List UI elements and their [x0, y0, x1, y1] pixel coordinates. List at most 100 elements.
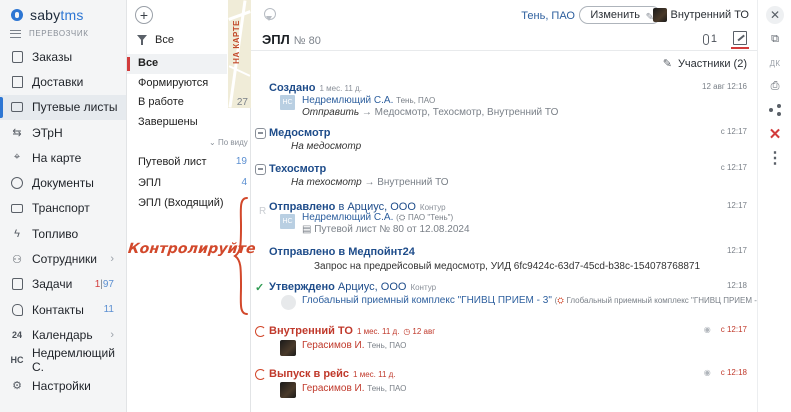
avatar	[281, 295, 296, 310]
fuel-icon: ϟ	[14, 227, 20, 240]
sidebar-item-label: Путевые листы	[32, 100, 118, 115]
event-title[interactable]: Выпуск в рейс 1 мес. 11 д.	[269, 368, 396, 380]
type-item-epl[interactable]: ЭПЛ 4	[127, 173, 251, 194]
sidebar-item-label: Заказы	[32, 49, 73, 64]
event-author[interactable]: Глобальный приемный комплекс "ГНИВЦ ПРИЕ…	[302, 295, 769, 306]
sidebar-item-label: Недремлющий С.	[32, 346, 115, 375]
sidebar-item-settings[interactable]: ⚙ Настройки	[0, 373, 126, 398]
event-text: Отправить → Медосмотр, Техосмотр, Внутре…	[302, 107, 559, 118]
event-title[interactable]: Создано 1 мес. 11 д.	[269, 82, 362, 94]
responsible[interactable]: Внутренний ТО	[652, 8, 749, 22]
filter-label: Все	[155, 34, 174, 46]
filter-icon	[137, 35, 147, 45]
tasks-icon	[10, 277, 24, 291]
sidebar-item-orders[interactable]: Заказы	[0, 44, 126, 69]
role-label: ПЕРЕВОЗЧИК	[29, 29, 89, 38]
menu-icon[interactable]	[10, 29, 21, 38]
more-options-icon[interactable]: ⋮	[766, 150, 784, 168]
logo-text: sabytms	[30, 7, 84, 23]
sidebar-item-label: Календарь	[32, 327, 93, 342]
copy-icon[interactable]: ⧉	[766, 30, 784, 48]
clock-icon: ◷	[403, 327, 411, 336]
org-link[interactable]: Тень, ПАО	[521, 10, 575, 22]
filter-button[interactable]: Все	[137, 34, 174, 46]
app-logo[interactable]: sabytms	[0, 0, 126, 26]
map-pin-icon: ⌖	[13, 151, 21, 164]
sidebar-item-label: Документы	[32, 176, 94, 191]
robot-icon	[255, 164, 266, 175]
eye-icon[interactable]: ◉	[704, 368, 711, 377]
event-time: с 12:17	[720, 163, 747, 172]
sidebar-item-label: Топливо	[32, 226, 79, 241]
sidebar-item-map[interactable]: ⌖ На карте	[0, 145, 126, 170]
share-icon[interactable]	[766, 101, 784, 119]
add-button[interactable]: +	[135, 6, 153, 24]
change-button[interactable]: Изменить ✎	[579, 6, 661, 24]
event-title[interactable]: Медосмотр	[269, 127, 331, 139]
employees-icon: ⚇	[12, 253, 22, 266]
event-title[interactable]: Отправлено в Медпойнт24	[269, 246, 415, 258]
waybill-icon	[10, 100, 24, 114]
eye-icon[interactable]: ◉	[704, 325, 711, 334]
event-text: Запрос на предрейсовый медосмотр, УИД 6f…	[314, 261, 701, 272]
sidebar-item-label: Доставки	[32, 74, 84, 89]
sidebar-item-contacts[interactable]: Контакты 11	[0, 297, 126, 322]
edit-document-icon[interactable]	[733, 31, 747, 45]
close-icon[interactable]: ✕	[766, 6, 784, 24]
truck-icon	[10, 201, 24, 215]
state-list: Все Формируются В работе 27 Завершены	[127, 54, 248, 133]
participants-button[interactable]: ✎ Участники (2)	[662, 57, 747, 71]
state-item-forming[interactable]: Формируются	[127, 74, 227, 94]
map-preview[interactable]: НА КАРТЕ	[228, 0, 251, 108]
sidebar-item-label: Настройки	[32, 378, 91, 393]
award-icon[interactable]	[263, 8, 276, 22]
sidebar-item-fuel[interactable]: ϟ Топливо	[0, 221, 126, 246]
event-author[interactable]: Герасимов И. Тень, ПАО	[302, 383, 406, 394]
event-time: 12:17	[726, 246, 747, 255]
role-switcher[interactable]: ПЕРЕВОЗЧИК	[0, 26, 126, 44]
attachments-button[interactable]: 1	[702, 33, 717, 45]
event-time: 12 авг 12:16	[702, 82, 747, 91]
pen-icon: ✎	[662, 58, 672, 70]
avatar	[652, 8, 667, 22]
sidebar-item-employees[interactable]: ⚇ Сотрудники ›	[0, 246, 126, 271]
event-title[interactable]: Техосмотр	[269, 163, 326, 175]
active-tab-indicator	[731, 47, 749, 49]
event-time: ◉ с 12:18	[703, 368, 747, 377]
sidebar-item-tasks[interactable]: Задачи 1|97	[0, 272, 126, 297]
sidebar-item-label: ЭТрН	[32, 125, 63, 140]
sidebar-item-calendar[interactable]: 24 Календарь ›	[0, 322, 126, 347]
sidebar-item-label: Задачи	[32, 277, 73, 292]
contacts-icon	[10, 303, 24, 317]
event-time: 12:18	[726, 281, 747, 290]
sidebar-item-waybills[interactable]: Путевые листы	[0, 94, 126, 120]
type-item-epl-incoming[interactable]: ЭПЛ (Входящий)	[127, 193, 251, 214]
delete-icon[interactable]: ✕	[766, 125, 784, 143]
chevron-right-icon[interactable]: ›	[110, 253, 114, 265]
in-progress-icon	[255, 326, 266, 337]
settings-icon: ⚙	[12, 380, 22, 392]
user-initials: НС	[10, 355, 24, 366]
event-title[interactable]: Утверждено Арциус, ООО Контур	[269, 281, 436, 293]
event-title[interactable]: Внутренний ТО 1 мес. 11 д. ◷ 12 авг	[269, 325, 435, 337]
event-author[interactable]: Недремлющий С.А. Тень, ПАО	[302, 95, 435, 106]
divider	[251, 50, 757, 51]
state-item-in-work[interactable]: В работе 27	[127, 93, 248, 113]
group-by-type[interactable]: ⌄ По виду	[209, 138, 248, 147]
sidebar-item-etrn[interactable]: ⇆ ЭТрН	[0, 120, 126, 145]
sidebar-item-deliveries[interactable]: Доставки	[0, 69, 126, 94]
sidebar-item-documents[interactable]: Документы	[0, 170, 126, 195]
event-text[interactable]: ▤ Путевой лист № 80 от 12.08.2024	[302, 224, 470, 235]
sidebar-item-transport[interactable]: Транспорт	[0, 196, 126, 221]
orders-icon	[10, 50, 24, 64]
state-item-all[interactable]: Все	[127, 54, 227, 74]
sidebar-item-profile[interactable]: НС Недремлющий С.	[0, 346, 126, 375]
event-author[interactable]: Недремлющий С.А. (⛭ ПАО "Тень")	[302, 212, 453, 223]
event-author[interactable]: Герасимов И. Тень, ПАО	[302, 340, 406, 351]
dk-button[interactable]: ДК	[766, 54, 784, 72]
state-item-finished[interactable]: Завершены	[127, 113, 227, 133]
type-item-waybill[interactable]: Путевой лист 19	[127, 152, 251, 173]
print-icon[interactable]: ⎙	[766, 77, 784, 95]
org-icon: ⛭	[398, 213, 406, 222]
chevron-right-icon[interactable]: ›	[110, 329, 114, 341]
